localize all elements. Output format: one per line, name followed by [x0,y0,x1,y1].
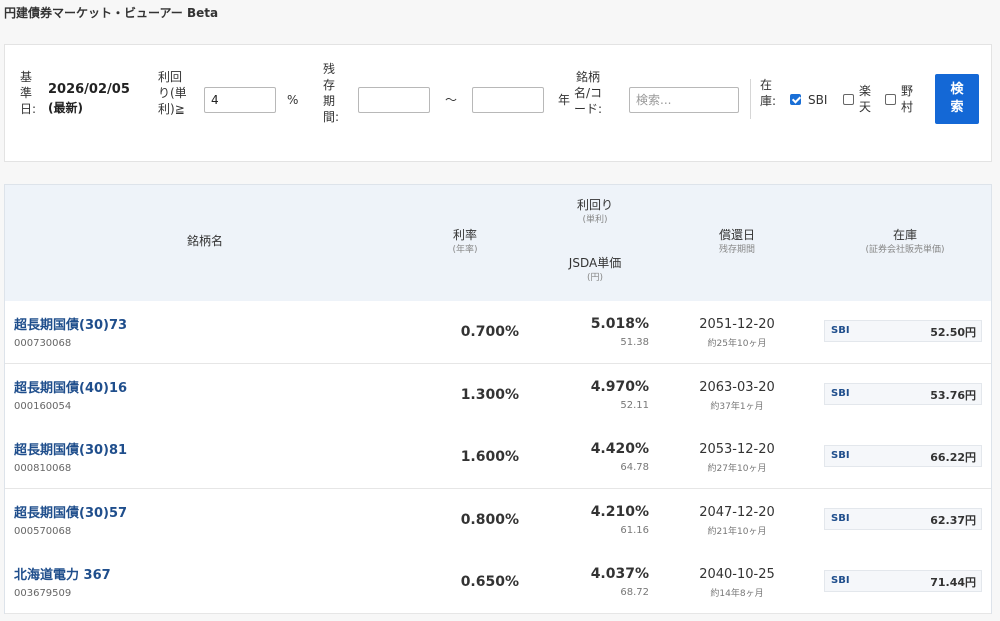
table-header: 銘柄名 利率 (年率) 利回り (単利) JSDA単価 (円) 償還日 残存期間… [5,185,991,302]
maturity-date: 2063-03-20 [699,379,775,395]
sbi-checkbox[interactable] [790,94,801,105]
yield-value: 4.037% [590,566,649,582]
bond-name-link[interactable]: 超長期国債(30)73 [14,314,127,333]
coupon-rate: 1.600% [460,449,519,465]
table-row: 超長期国債(40)16 000160054 1.300% 4.970% 52.11 206… [5,363,991,427]
nomura-checkbox[interactable] [885,94,896,105]
stock-broker-price: 52.50円 [930,326,976,339]
base-date-note: (最新) [48,101,83,115]
jsda-price: 61.16 [620,524,649,536]
yield-value: 4.210% [590,503,649,520]
header-name: 銘柄名 [186,234,223,248]
jsda-price: 51.38 [620,337,649,348]
bond-code: 000570068 [14,525,72,537]
remaining-term: 約14年8ヶ月 [710,589,764,599]
table-row: 超長期国債(30)73 000730068 0.700% 5.018% 51.38 205… [5,301,991,364]
maturity-date: 2047-12-20 [699,504,775,520]
remaining-term: 約27年10ヶ月 [707,464,767,474]
stock-badge: SBI 53.76円 [824,382,982,405]
header-yield: 利回り (単利) [576,198,613,225]
yield-value: 4.970% [590,378,649,395]
stock-badge: SBI 66.22円 [824,445,982,467]
term-separator: 〜 [445,93,458,107]
stock-label: 在 庫: [760,78,777,108]
nomura-checkbox-label: 野 村 [901,84,914,114]
term-label: 残 存 期 間: [323,62,340,124]
stock-badge: SBI 52.50円 [824,320,982,342]
bond-name-link[interactable]: 超長期国債(30)57 [14,502,127,521]
term-to-input[interactable] [472,87,544,113]
bond-name-link[interactable]: 北海道電力 367 [14,564,111,583]
stock-broker: SBI [831,325,850,336]
coupon-rate: 0.800% [460,511,519,528]
header-price: JSDA単価 (円) [568,256,622,283]
remaining-term: 約37年1ヶ月 [710,401,764,412]
remaining-term: 約21年10ヶ月 [707,526,767,537]
filter-panel: 基 準 日: 2026/02/05 (最新) 利回 り(単 利)≧ % 残 存 … [4,44,992,162]
table-row: 北海道電力 367 003679509 0.650% 4.037% 68.72 2040-… [5,551,991,614]
bond-code: 000730068 [14,338,72,349]
maturity-date: 2040-10-25 [699,567,775,582]
stock-broker-price: 66.22円 [930,451,976,464]
maturity-date: 2053-12-20 [699,442,775,457]
stock-broker: SBI [831,512,850,524]
coupon-rate: 0.700% [460,324,519,340]
bond-table: 銘柄名 利率 (年率) 利回り (単利) JSDA単価 (円) 償還日 残存期間… [4,184,992,614]
jsda-price: 64.78 [620,462,649,473]
bond-code: 000160054 [14,400,72,412]
yield-value: 5.018% [590,316,649,332]
bond-name-link[interactable]: 超長期国債(30)81 [14,439,127,458]
coupon-rate: 1.300% [460,386,519,403]
coupon-rate: 0.650% [460,574,519,590]
bond-name-link[interactable]: 超長期国債(40)16 [14,377,127,396]
yield-unit: % [287,93,299,107]
jsda-price: 52.11 [620,399,649,411]
base-date: 2026/02/05 (最新) [48,81,130,117]
filter-divider [750,79,751,119]
bond-code: 003679509 [14,588,72,599]
base-date-label: 基 準 日: [20,70,37,116]
stock-badge: SBI 71.44円 [824,570,982,592]
table-row: 超長期国債(30)57 000570068 0.800% 4.210% 61.16 204… [5,488,991,552]
rakuten-checkbox-label: 楽 天 [859,84,872,114]
stock-broker: SBI [831,450,850,461]
header-stock: 在庫 (証券会社販売単価) [865,228,945,255]
term-from-input[interactable] [358,87,430,113]
stock-badge: SBI 62.37円 [824,507,982,530]
yield-input[interactable] [204,87,276,113]
maturity-date: 2051-12-20 [699,317,775,332]
stock-broker: SBI [831,575,850,586]
search-button[interactable]: 検 索 [935,74,979,124]
rakuten-checkbox[interactable] [843,94,854,105]
stock-broker-price: 62.37円 [930,513,976,527]
yield-label: 利回 り(単 利)≧ [158,70,187,116]
jsda-price: 68.72 [620,587,649,598]
name-code-label: 銘柄 名/コ ード: [574,70,603,116]
yield-value: 4.420% [590,441,649,457]
base-date-value: 2026/02/05 [48,82,130,97]
stock-broker-price: 53.76円 [930,388,976,402]
table-row: 超長期国債(30)81 000810068 1.600% 4.420% 64.78 205… [5,426,991,489]
stock-broker: SBI [831,387,850,399]
header-coupon: 利率 (年率) [452,228,478,255]
header-maturity: 償還日 残存期間 [718,228,755,255]
remaining-term: 約25年10ヶ月 [707,339,767,349]
bond-code: 000810068 [14,463,72,474]
sbi-checkbox-label: SBI [808,93,828,107]
name-code-search-input[interactable] [629,87,739,113]
app-title: 円建債券マーケット・ビューアー Beta [4,6,219,20]
stock-broker-price: 71.44円 [930,576,976,589]
term-unit: 年 [558,93,571,107]
